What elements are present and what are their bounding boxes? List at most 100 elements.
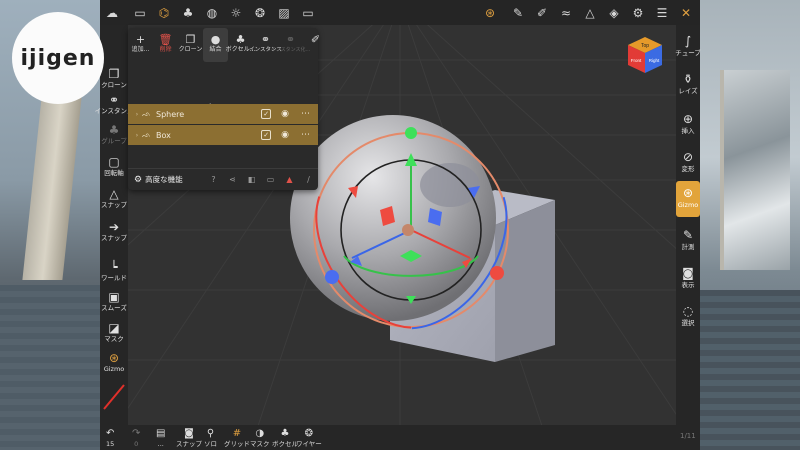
image-icon[interactable]: ▨ [272, 0, 296, 25]
snap-move-button[interactable]: ➔ スナップ [100, 220, 128, 243]
folder-icon[interactable]: ▭ [128, 0, 152, 25]
svg-text:Front: Front [631, 58, 642, 63]
clone-button[interactable]: ❐ クローン [100, 67, 128, 90]
mirror-icon[interactable]: ◧ [242, 175, 261, 184]
group-icon: ♣ [108, 123, 120, 137]
grid-icon: # [232, 428, 242, 439]
insert-button[interactable]: ⊕ 挿入 [676, 111, 700, 136]
gizmo-tool-button[interactable]: ⊛ Gizmo [676, 181, 700, 217]
mask-eye-icon: ◑ [255, 428, 265, 439]
voxel-button[interactable]: ♣ ボクセル [272, 428, 298, 448]
more-icon[interactable]: ⋯ [301, 109, 310, 119]
uninstance-button[interactable]: ⚭ インスタンス化... [271, 28, 311, 62]
voxel-panel-button[interactable]: ♣ ボクセル... [226, 28, 256, 62]
compass-icon[interactable]: ⊛ [478, 0, 502, 25]
pen-icon[interactable]: ✎ [506, 0, 530, 25]
scene-panel-toolbar: + 追加... 🗑 削除 ❐ クローン ● 結合 ♣ ボクセル... ⚭ インス… [128, 28, 320, 62]
page-number: 1/11 [680, 432, 696, 440]
menu-icon[interactable]: ☁ [100, 0, 124, 25]
world-button[interactable]: ┕ ワールド [100, 260, 128, 283]
eye-icon[interactable]: ◉ [281, 130, 289, 140]
snap-camera-icon: ◙ [184, 428, 194, 439]
mask-button[interactable]: ◪ マスク [100, 321, 128, 344]
panel-clone-button[interactable]: ❐ クローン [178, 28, 203, 62]
prism-icon[interactable]: ▲ [280, 175, 299, 184]
delete-button[interactable]: 🗑 削除 [153, 28, 178, 62]
clone-icon: ❐ [185, 33, 196, 46]
trash-icon: 🗑 [158, 33, 173, 46]
select-button[interactable]: ◌ 選択 [676, 303, 700, 328]
grid-button[interactable]: # グリッド [224, 428, 250, 448]
wire-icon: ❂ [304, 428, 314, 439]
pin-button[interactable]: ✐ [303, 28, 328, 62]
insert-icon: ⊕ [682, 112, 694, 126]
group-button[interactable]: ♣ グループ [100, 123, 128, 146]
redo-button[interactable]: ↷ 0 [132, 428, 140, 448]
video-icon[interactable]: ▭ [261, 175, 280, 184]
flask-icon: ⚱ [682, 72, 694, 86]
smooth-button[interactable]: ▣ スムーズ [100, 290, 128, 313]
background-right [700, 0, 800, 450]
brush-icon[interactable]: ✐ [530, 0, 554, 25]
instance-button[interactable]: ⚭ インスタンス [95, 93, 134, 116]
measure-button[interactable]: ✎ 計測 [676, 227, 700, 252]
plus-icon: + [135, 33, 146, 46]
more-icon[interactable]: ⋯ [301, 130, 310, 140]
pen-icon[interactable]: ∕ [299, 175, 318, 184]
color-swatch[interactable] [102, 381, 126, 411]
triangle-icon[interactable]: △ [578, 0, 602, 25]
doc-button[interactable]: ▤ ... [156, 428, 165, 448]
curve-icon: ∫ [684, 34, 692, 48]
share-icon[interactable]: ⋖ [223, 175, 242, 184]
tube-button[interactable]: ∫ チューブ [675, 33, 701, 58]
mask-icon: ◪ [108, 321, 120, 335]
snap-camera-button[interactable]: ◙ スナップ [176, 428, 202, 448]
checkbox[interactable]: ✓ [261, 130, 272, 140]
help-circle-icon[interactable]: ? [204, 175, 223, 184]
scene-item-sphere[interactable]: › ᨒ Sphere ✓ ◉ ⋯ [128, 104, 318, 124]
globe-icon[interactable]: ◍ [200, 0, 224, 25]
raise-button[interactable]: ⚱ レイズ [676, 71, 700, 96]
clone-icon: ❐ [108, 67, 120, 81]
smooth-icon: ▣ [108, 290, 120, 304]
video-icon[interactable]: ▭ [296, 0, 320, 25]
top-toolbar: ☁ ▭ ⌬ ♣ ◍ ☼ ❂ ▨ ▭ ⊛ ✎ ✐ ≈ △ ◈ ⚙ ☰ ✕ [100, 0, 700, 25]
wireframe-button[interactable]: ❂ ワイヤー [296, 428, 322, 448]
svg-text:Top: Top [641, 43, 649, 49]
navigation-cube[interactable]: Top Front Right [626, 35, 664, 75]
graph-icon[interactable]: ⌬ [152, 0, 176, 25]
solo-button[interactable]: ⚲ ソロ [204, 428, 217, 448]
sculpt-icon[interactable]: ≈ [554, 0, 578, 25]
checkbox[interactable]: ✓ [261, 109, 272, 119]
right-toolbar: ∫ チューブ ⚱ レイズ ⊕ 挿入 ⊘ 変形 ⊛ Gizmo ✎ 計測 ◙ 表示… [675, 25, 701, 425]
material-icon[interactable]: ❂ [248, 0, 272, 25]
chevron-right-icon[interactable]: › [132, 111, 142, 118]
mask-toggle-button[interactable]: ◑ マスク [250, 428, 270, 448]
undo-button[interactable]: ↶ 15 [106, 428, 114, 448]
shape-icon: ᨒ [142, 109, 151, 118]
chevron-right-icon[interactable]: › [132, 132, 142, 139]
undo-icon: ↶ [106, 428, 115, 439]
pivot-button[interactable]: ▢ 回転軸 [100, 155, 128, 178]
objects-icon[interactable]: ♣ [176, 0, 200, 25]
bottom-toolbar: ↶ 15 ↷ 0 ▤ ... ◙ スナップ ⚲ ソロ # グリッド ◑ マスク … [100, 425, 700, 450]
sliders-icon[interactable]: ☰ [650, 0, 674, 25]
ruler-icon: ✎ [682, 228, 694, 242]
snap-button[interactable]: △ スナップ [100, 187, 128, 210]
instance-panel-button[interactable]: ⚭ インスタンス [249, 28, 282, 62]
doc-icon: ▤ [156, 428, 166, 439]
settings-icon[interactable]: ⚙ [626, 0, 650, 25]
background-window [720, 70, 790, 270]
gizmo-button[interactable]: ⊛ Gizmo [100, 351, 128, 374]
eye-icon[interactable]: ◉ [281, 109, 289, 119]
display-button[interactable]: ◙ 表示 [676, 265, 700, 290]
scene-item-box[interactable]: › ᨒ Box ✓ ◉ ⋯ [128, 125, 318, 145]
add-button[interactable]: + 追加... [128, 28, 153, 62]
sun-icon[interactable]: ☼ [224, 0, 248, 25]
advanced-button[interactable]: ⚙ 高度な機能 [134, 174, 204, 185]
deform-button[interactable]: ⊘ 変形 [676, 149, 700, 174]
merge-button[interactable]: ● 結合 [203, 28, 228, 62]
tools-icon[interactable]: ✕ [674, 0, 698, 25]
triangle-snap-icon: △ [109, 187, 119, 201]
layers-icon[interactable]: ◈ [602, 0, 626, 25]
